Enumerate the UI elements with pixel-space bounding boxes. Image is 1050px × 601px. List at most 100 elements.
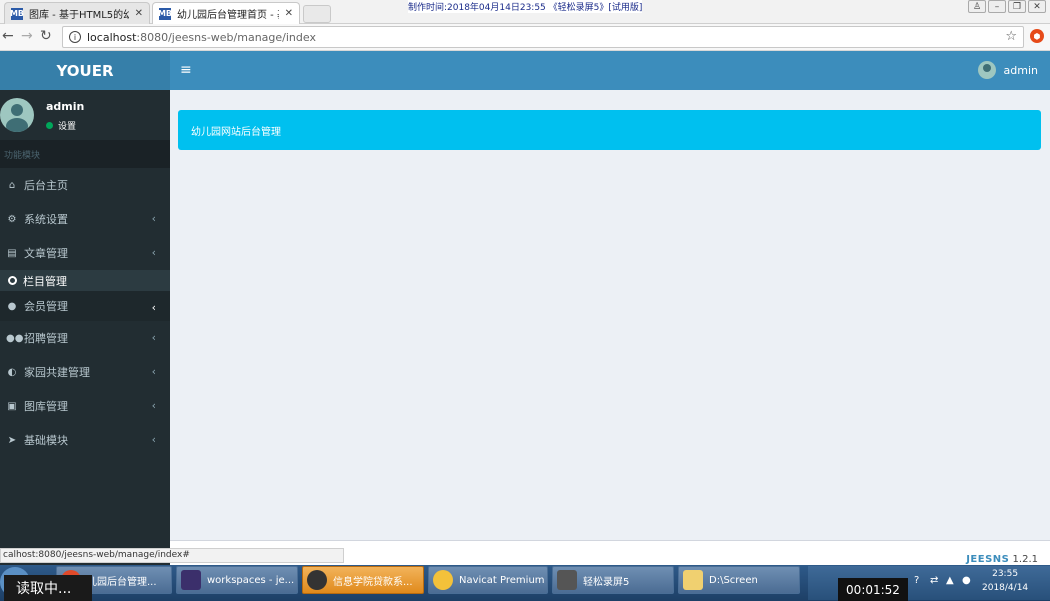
taskbar-item-loan-system[interactable]: 信息学院贷款系... <box>302 566 424 594</box>
sidebar-subitem-columns[interactable]: 栏目管理 <box>0 270 170 291</box>
tab-close-icon[interactable]: ✕ <box>135 8 143 19</box>
picture-icon: ▣ <box>7 400 17 412</box>
top-user-name: admin <box>1003 63 1038 77</box>
taskbar-item-label: workspaces - je... <box>207 574 295 586</box>
chevron-left-icon: ‹ <box>151 399 156 412</box>
footer-brand: JEESNS 1.2.1 <box>966 554 1038 565</box>
clock-date: 2018/4/14 <box>982 583 1029 593</box>
book-icon: ▤ <box>7 247 17 259</box>
sidebar-item-label: 图库管理 <box>24 400 68 413</box>
help-icon[interactable]: ? <box>914 575 919 586</box>
taskbar-item-label: Navicat Premium <box>459 574 545 586</box>
taskbar-item-label: D:\Screen <box>709 574 758 586</box>
taskbar-item-eclipse[interactable]: workspaces - je... <box>176 566 298 594</box>
sidebar-section-header: 功能模块 <box>0 140 170 168</box>
tab-favicon-icon: MB <box>157 7 173 20</box>
site-info-icon[interactable]: i <box>69 31 81 43</box>
taskbar-item-folder[interactable]: D:\Screen <box>678 566 800 594</box>
taskbar-item-label: 信息学院贷款系... <box>333 576 413 588</box>
avatar <box>977 61 996 79</box>
sidebar-item-dashboard[interactable]: ⌂ 后台主页 <box>0 168 170 202</box>
sidebar-item-articles[interactable]: ▤ 文章管理 ‹ <box>0 236 170 270</box>
chevron-left-icon: ‹ <box>151 365 156 378</box>
dashboard-icon: ⌂ <box>8 179 16 191</box>
window-controls: ♙ – ❐ ✕ <box>968 0 1046 13</box>
windows-taskbar: 读取中... 儿园后台管理... workspaces - je... 信息学院… <box>0 565 1050 601</box>
navicat-icon <box>433 570 453 590</box>
close-window-icon[interactable]: ✕ <box>1028 0 1046 13</box>
sidebar-item-label: 系统设置 <box>24 213 68 226</box>
sidebar-item-system-settings[interactable]: ⚙ 系统设置 ‹ <box>0 202 170 236</box>
sidebar-user-status[interactable]: 设置 <box>46 119 76 132</box>
url-input[interactable]: i localhost:8080/jeesns-web/manage/index… <box>62 26 1024 48</box>
sidebar-item-gallery[interactable]: ▣ 图库管理 ‹ <box>0 389 170 423</box>
online-dot-icon <box>46 122 53 129</box>
sidebar-item-label: 会员管理 <box>24 300 68 313</box>
weibo-icon: ◐ <box>7 366 17 378</box>
admin-app: YOUER ≡ admin admin 设置 功能模块 ⌂ 后台主页 ⚙ 系统设… <box>0 51 1050 565</box>
top-navbar: YOUER ≡ admin <box>0 51 1050 90</box>
network-icon[interactable]: ⇄ <box>930 575 938 586</box>
sidebar-item-label: 文章管理 <box>24 247 68 260</box>
taskbar-item-label: 轻松录屏5 <box>583 576 630 588</box>
profile-icon[interactable]: ♙ <box>968 0 986 13</box>
tab-close-icon[interactable]: ✕ <box>285 8 293 19</box>
folder-icon <box>683 570 703 590</box>
circle-icon <box>8 276 17 285</box>
recorder-banner: 制作时间:2018年04月14日23:55 《轻松录屏5》[试用版] <box>408 0 643 13</box>
footer-brand-name[interactable]: JEESNS <box>966 554 1009 565</box>
chevron-left-icon: ‹ <box>151 212 156 225</box>
recording-timer: 00:01:52 <box>838 578 908 601</box>
taskbar-item-label: 儿园后台管理... <box>87 576 157 588</box>
loading-overlay: 读取中... <box>4 575 92 601</box>
browser-tab-gallery[interactable]: MB 图库 - 基于HTML5的幼儿 ✕ <box>4 2 150 24</box>
minimize-icon[interactable]: – <box>988 0 1006 13</box>
sidebar-item-label: 家园共建管理 <box>24 366 90 379</box>
tab-favicon-icon: MB <box>9 7 25 20</box>
tab-title: 图库 - 基于HTML5的幼儿 <box>29 10 129 21</box>
sidebar-toggle-icon[interactable]: ≡ <box>180 62 192 78</box>
sidebar-user-panel: admin 设置 <box>0 90 170 140</box>
taskbar-item-navicat[interactable]: Navicat Premium <box>428 566 548 594</box>
address-toolbar: ← → ↻ i localhost:8080/jeesns-web/manage… <box>0 24 1050 51</box>
sidebar-item-label: 招聘管理 <box>24 332 68 345</box>
system-clock[interactable]: 23:55 2018/4/14 <box>982 567 1028 595</box>
browser-tab-admin-home[interactable]: MB 幼儿园后台管理首页 - 基 ✕ <box>152 2 300 24</box>
sidebar-item-home-school[interactable]: ◐ 家园共建管理 ‹ <box>0 355 170 389</box>
new-tab-button[interactable] <box>303 5 331 23</box>
show-hidden-icons-icon[interactable]: ▲ <box>946 575 954 586</box>
app-logo[interactable]: YOUER <box>0 51 170 90</box>
sidebar-item-recruitment[interactable]: ●● 招聘管理 ‹ <box>0 321 170 355</box>
welcome-callout: 幼儿园网站后台管理 <box>178 110 1041 150</box>
sidebar-item-members[interactable]: ● 会员管理 ‹ <box>0 291 170 321</box>
browser-tab-bar: MB 图库 - 基于HTML5的幼儿 ✕ MB 幼儿园后台管理首页 - 基 ✕ … <box>0 0 1050 24</box>
back-icon[interactable]: ← <box>2 28 14 44</box>
tab-title: 幼儿园后台管理首页 - 基 <box>177 10 279 21</box>
chevron-left-icon: ‹ <box>151 301 156 314</box>
chevron-left-icon: ‹ <box>151 246 156 259</box>
user-icon: ● <box>7 300 17 312</box>
url-host: localhost <box>87 30 137 44</box>
restore-icon[interactable]: ❐ <box>1008 0 1026 13</box>
qq-icon[interactable]: ● <box>962 575 971 586</box>
extension-icon[interactable]: ⬢ <box>1030 29 1044 43</box>
top-user-menu[interactable]: admin <box>977 61 1038 79</box>
bookmark-star-icon[interactable]: ☆ <box>1005 29 1017 44</box>
chevron-left-icon: ‹ <box>151 331 156 344</box>
settings-link[interactable]: 设置 <box>58 119 76 132</box>
main-content: 幼儿园网站后台管理 <box>170 90 1050 565</box>
sidebar: admin 设置 功能模块 ⌂ 后台主页 ⚙ 系统设置 ‹ ▤ 文章管理 ‹ 栏… <box>0 90 170 565</box>
sidebar-item-label: 栏目管理 <box>23 274 67 288</box>
sidebar-item-base-modules[interactable]: ➤ 基础模块 ‹ <box>0 423 170 457</box>
app-avatar-icon <box>307 570 327 590</box>
reload-icon[interactable]: ↻ <box>40 28 52 44</box>
recorder-icon <box>557 570 577 590</box>
taskbar-item-screen-recorder[interactable]: 轻松录屏5 <box>552 566 674 594</box>
eclipse-icon <box>181 570 201 590</box>
gear-icon: ⚙ <box>7 213 17 225</box>
sidebar-user-name: admin <box>46 100 85 113</box>
sidebar-item-label: 基础模块 <box>24 434 68 447</box>
avatar <box>0 98 34 132</box>
forward-icon[interactable]: → <box>21 28 33 44</box>
send-icon: ➤ <box>7 434 17 446</box>
